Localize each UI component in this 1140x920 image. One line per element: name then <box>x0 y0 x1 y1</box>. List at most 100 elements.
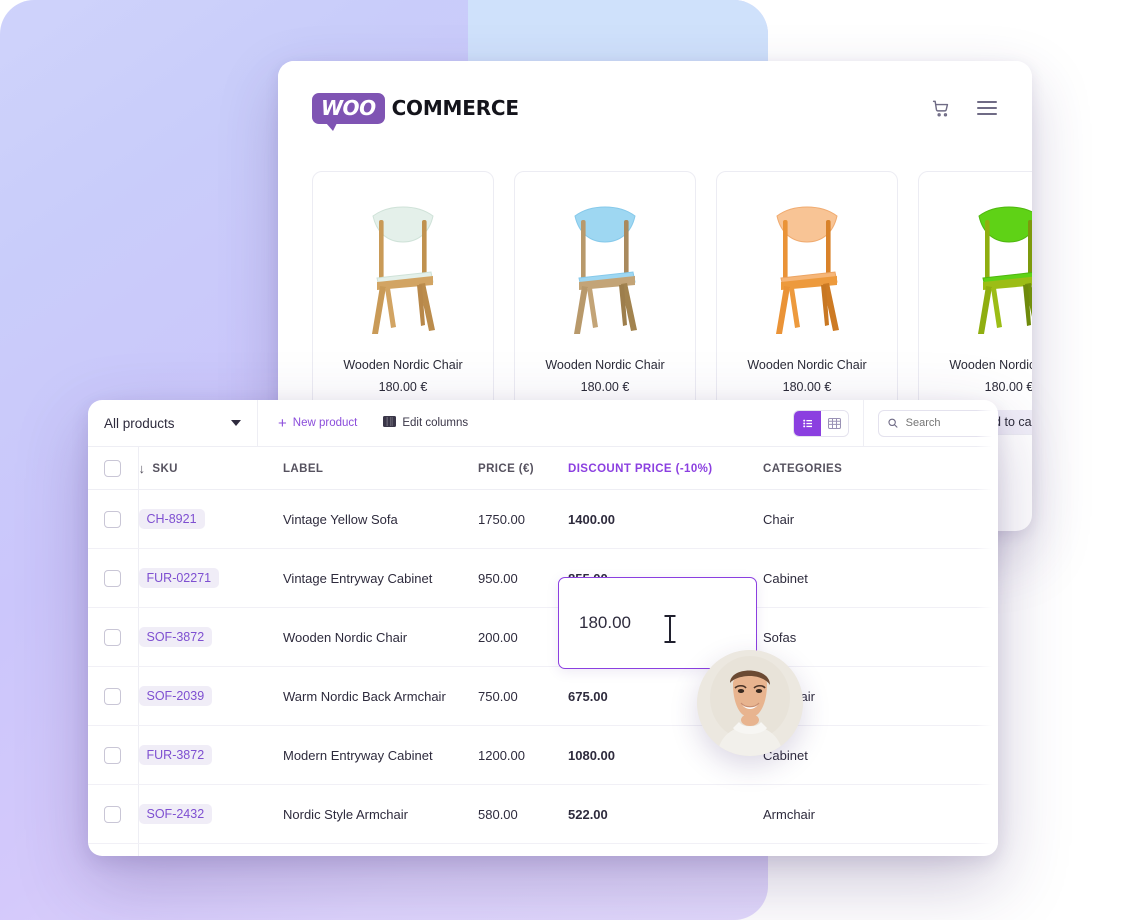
table-row[interactable]: SOF-2039 Warm Nordic Back Armchair 750.0… <box>88 666 998 726</box>
cell-price: 580.00 <box>478 784 568 844</box>
product-price: 180.00 € <box>580 380 630 394</box>
column-header-categories[interactable]: CATEGORIES <box>763 447 998 490</box>
cell-label: Vintage Yellow Sofa <box>283 489 478 549</box>
table-row[interactable]: SOF-9918 Vintage Style Armchair 120.00 1… <box>88 843 998 856</box>
table-toolbar: All products + New product Edit columns … <box>88 400 998 447</box>
product-card[interactable]: Wooden Nordic Chair 180.00 € Add to cart <box>918 171 1032 435</box>
woo-wordmark: COMMERCE <box>391 96 519 120</box>
sku-chip: SOF-2432 <box>138 804 213 824</box>
table-row[interactable]: FUR-02271 Vintage Entryway Cabinet 950.0… <box>88 548 998 608</box>
product-image <box>759 190 855 336</box>
cell-sku: CH-8921 <box>137 489 283 549</box>
cell-category: Armchair <box>763 843 998 856</box>
cell-category: Cabinet <box>763 548 998 608</box>
sort-descending-icon: ↓ <box>138 461 146 476</box>
product-filter-select[interactable]: All products <box>88 400 258 446</box>
cell-label: Vintage Style Armchair <box>283 843 478 856</box>
sku-chip: FUR-02271 <box>138 568 220 588</box>
row-checkbox[interactable] <box>104 569 122 587</box>
cell-category: Armchair <box>763 784 998 844</box>
row-select-cell <box>88 725 138 785</box>
table-row[interactable]: SOF-2432 Nordic Style Armchair 580.00 52… <box>88 784 998 844</box>
cell-discount-price[interactable]: 108.00 <box>568 843 763 856</box>
woocommerce-logo: WOO COMMERCE <box>312 92 519 131</box>
row-checkbox[interactable] <box>104 805 122 823</box>
product-price: 180.00 € <box>378 380 428 394</box>
cell-category: Cabinet <box>763 725 998 785</box>
toolbar-right <box>793 400 998 446</box>
woo-bubble-icon: WOO <box>312 92 385 131</box>
cell-price: 1750.00 <box>478 489 568 549</box>
product-card[interactable]: Wooden Nordic Chair 180.00 € Add to cart <box>312 171 494 435</box>
cell-price: 200.00 <box>478 607 568 667</box>
user-avatar[interactable] <box>697 650 803 756</box>
toolbar-divider <box>863 400 864 446</box>
cell-price: 120.00 <box>478 843 568 856</box>
cell-label: Nordic Style Armchair <box>283 784 478 844</box>
view-mode-toggle <box>793 409 849 437</box>
product-title: Wooden Nordic Chair <box>545 358 665 372</box>
screenshot-stage: WOO COMMERCE Wooden Nordic Chair 180.00 … <box>0 0 1140 920</box>
row-select-cell <box>88 489 138 549</box>
new-product-button[interactable]: + New product <box>278 416 357 431</box>
product-price: 180.00 € <box>782 380 832 394</box>
cell-sku: SOF-9918 <box>137 843 283 856</box>
row-select-cell <box>88 548 138 608</box>
cell-discount-price[interactable]: 522.00 <box>568 784 763 844</box>
column-header-discount-price[interactable]: DISCOUNT PRICE (-10%) <box>568 447 763 490</box>
column-header-price[interactable]: PRICE (€) <box>478 447 568 490</box>
product-title: Wooden Nordic Chair <box>949 358 1032 372</box>
text-cursor-icon <box>663 614 677 649</box>
column-header-label[interactable]: LABEL <box>283 447 478 490</box>
product-card-grid: Wooden Nordic Chair 180.00 € Add to cart <box>312 171 1032 435</box>
table-header: ↓ SKU LABEL PRICE (€) DISCOUNT PRICE (-10… <box>88 447 998 490</box>
table-body: CH-8921 Vintage Yellow Sofa 1750.00 1400… <box>88 489 998 856</box>
cell-price: 750.00 <box>478 666 568 726</box>
row-checkbox[interactable] <box>104 510 122 528</box>
sku-chip: CH-8921 <box>138 509 205 529</box>
toolbar-actions: + New product Edit columns <box>258 400 793 446</box>
cell-label: Vintage Entryway Cabinet <box>283 548 478 608</box>
table-row[interactable]: CH-8921 Vintage Yellow Sofa 1750.00 1400… <box>88 489 998 549</box>
cell-label: Modern Entryway Cabinet <box>283 725 478 785</box>
edit-columns-button[interactable]: Edit columns <box>383 416 468 430</box>
edit-columns-label: Edit columns <box>402 417 469 429</box>
chevron-down-icon <box>231 420 241 426</box>
row-checkbox[interactable] <box>104 746 122 764</box>
product-image <box>557 190 653 336</box>
product-card[interactable]: Wooden Nordic Chair 180.00 € Add to cart <box>716 171 898 435</box>
row-checkbox[interactable] <box>104 687 122 705</box>
product-title: Wooden Nordic Chair <box>343 358 463 372</box>
select-all-checkbox[interactable] <box>104 460 122 477</box>
cell-price: 950.00 <box>478 548 568 608</box>
product-price: 180.00 € <box>984 380 1032 394</box>
row-checkbox[interactable] <box>104 628 122 646</box>
product-card[interactable]: Wooden Nordic Chair 180.00 € Add to cart <box>514 171 696 435</box>
cell-discount-price[interactable]: 1400.00 <box>568 489 763 549</box>
list-view-button[interactable] <box>794 410 821 436</box>
cart-icon[interactable] <box>930 97 952 119</box>
products-table: ↓ SKU LABEL PRICE (€) DISCOUNT PRICE (-10… <box>88 447 998 856</box>
new-product-label: New product <box>292 417 358 429</box>
search-box[interactable] <box>878 409 998 437</box>
storefront-actions <box>930 97 998 119</box>
cell-label: Warm Nordic Back Armchair <box>283 666 478 726</box>
cell-sku: FUR-02271 <box>137 548 283 608</box>
products-table-panel: All products + New product Edit columns … <box>88 400 998 856</box>
table-row[interactable]: SOF-3872 Wooden Nordic Chair 200.00 180.… <box>88 607 998 667</box>
search-input[interactable] <box>903 416 988 430</box>
grid-view-button[interactable] <box>821 410 848 436</box>
sku-chip: SOF-3872 <box>138 627 213 647</box>
select-all-header <box>88 447 138 490</box>
cell-sku: SOF-2039 <box>137 666 283 726</box>
column-header-sku[interactable]: ↓ SKU <box>137 447 283 490</box>
hamburger-menu-icon[interactable] <box>976 97 998 119</box>
product-image <box>961 190 1032 336</box>
cell-category: Chair <box>763 489 998 549</box>
cell-price: 1200.00 <box>478 725 568 785</box>
inline-editor-value: 180.00 <box>579 613 631 632</box>
table-row[interactable]: FUR-3872 Modern Entryway Cabinet 1200.00… <box>88 725 998 785</box>
cell-sku: FUR-3872 <box>137 725 283 785</box>
product-filter-label: All products <box>104 415 175 431</box>
storefront-header: WOO COMMERCE <box>278 61 1032 155</box>
